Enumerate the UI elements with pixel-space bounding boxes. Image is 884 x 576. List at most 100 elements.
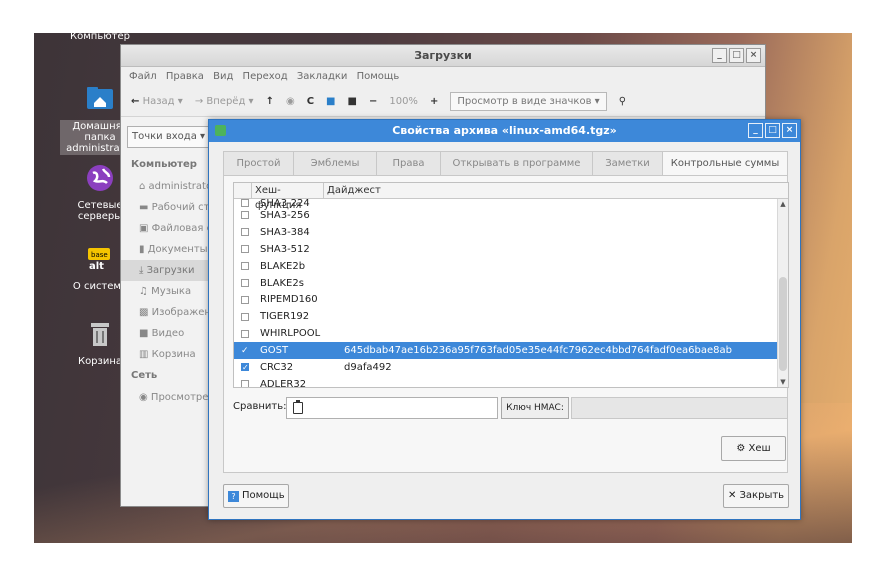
home-icon: ⌂: [139, 181, 146, 192]
tab-checksums[interactable]: Контрольные суммы: [662, 151, 788, 176]
hash-checkbox[interactable]: [241, 279, 249, 287]
hash-checkbox[interactable]: [241, 245, 249, 254]
hash-checkbox[interactable]: [241, 211, 249, 220]
hmac-key-input[interactable]: [571, 397, 788, 419]
hash-digest: d9afa492: [344, 361, 392, 373]
view-mode-select[interactable]: Просмотр в виде значков ▾: [450, 92, 607, 111]
table-row[interactable]: SHA3-256: [234, 207, 788, 224]
compare-input[interactable]: [286, 397, 498, 419]
sidebar-item-trash[interactable]: ▥ Корзина: [121, 344, 211, 365]
close-window-button[interactable]: ×: [782, 123, 797, 138]
hash-checkbox[interactable]: [241, 347, 249, 355]
tab-bar: Простой Эмблемы Права Открывать в програ…: [223, 151, 788, 176]
hash-function-name: ADLER32: [260, 378, 307, 388]
maximize-button[interactable]: □: [765, 123, 780, 138]
forward-button[interactable]: → Вперёд ▾: [195, 96, 254, 107]
scroll-up-arrow-icon[interactable]: ▲: [778, 199, 788, 209]
hash-checkbox[interactable]: [241, 363, 249, 372]
tab-basic[interactable]: Простой: [223, 151, 293, 176]
column-header-hash-function[interactable]: Хеш-функция: [252, 183, 324, 211]
table-row[interactable]: TIGER192: [234, 308, 788, 325]
tab-open-with[interactable]: Открывать в программе: [440, 151, 592, 176]
hash-checkbox[interactable]: [241, 199, 249, 207]
maximize-button[interactable]: □: [729, 48, 744, 63]
sidebar-item-desktop[interactable]: ▬ Рабочий стол: [121, 197, 211, 218]
menu-go[interactable]: Переход: [243, 71, 288, 82]
up-arrow-icon[interactable]: ↑: [266, 96, 274, 107]
tab-notes[interactable]: Заметки: [592, 151, 662, 176]
dialog-titlebar[interactable]: Свойства архива «linux-amd64.tgz» _ □ ×: [209, 120, 800, 142]
trash-icon: ▥: [139, 349, 149, 360]
menu-view[interactable]: Вид: [213, 71, 233, 82]
hash-function-name: TIGER192: [260, 311, 310, 323]
desktop-icon: ▬: [139, 202, 149, 213]
vertical-scrollbar[interactable]: ▲ ▼: [777, 199, 788, 387]
drive-icon: ▣: [139, 223, 149, 234]
sidebar-item-home[interactable]: ⌂ administrator: [121, 176, 211, 197]
hash-checkbox[interactable]: [241, 228, 249, 237]
table-row[interactable]: SHA3-224: [234, 199, 788, 207]
hash-checkbox[interactable]: [241, 329, 249, 338]
hash-checkbox[interactable]: [241, 295, 249, 304]
table-row[interactable]: SHA3-512: [234, 241, 788, 258]
places-combo[interactable]: Точки входа ▾: [127, 126, 211, 148]
menu-help[interactable]: Помощь: [357, 71, 400, 82]
back-button[interactable]: ← Назад ▾: [131, 96, 183, 107]
table-row[interactable]: BLAKE2s: [234, 275, 788, 292]
sidebar-item-music[interactable]: ♫ Музыка: [121, 281, 211, 302]
dialog-title: Свойства архива «linux-amd64.tgz»: [392, 124, 617, 137]
file-manager-titlebar[interactable]: Загрузки _ □ ×: [121, 45, 765, 67]
close-button[interactable]: ✕ Закрыть: [723, 484, 789, 508]
computer-icon[interactable]: ■: [348, 96, 357, 107]
table-row[interactable]: ADLER32: [234, 376, 788, 388]
image-icon: ▩: [139, 307, 149, 318]
hash-function-name: SHA3-384: [260, 226, 310, 238]
menu-edit[interactable]: Правка: [166, 71, 204, 82]
table-row[interactable]: WHIRLPOOL: [234, 325, 788, 342]
menu-bookmarks[interactable]: Закладки: [297, 71, 348, 82]
scrollbar-thumb[interactable]: [779, 277, 787, 371]
menu-file[interactable]: Файл: [129, 71, 157, 82]
zoom-out-icon[interactable]: −: [369, 96, 377, 107]
sidebar-item-pictures[interactable]: ▩ Изображения: [121, 302, 211, 323]
minimize-button[interactable]: _: [748, 123, 763, 138]
table-row[interactable]: CRC32 d9afa492: [234, 359, 788, 376]
hash-function-name: SHA3-512: [260, 243, 310, 255]
minimize-button[interactable]: _: [712, 48, 727, 63]
reload-icon[interactable]: C: [307, 96, 314, 107]
svg-text:alt: alt: [89, 261, 104, 272]
zoom-in-icon[interactable]: +: [430, 96, 438, 107]
scroll-down-arrow-icon[interactable]: ▼: [778, 377, 788, 387]
sidebar-item-label: Корзина: [151, 349, 196, 360]
tab-emblems[interactable]: Эмблемы: [293, 151, 376, 176]
hash-checkbox[interactable]: [241, 262, 249, 271]
close-window-button[interactable]: ×: [746, 48, 761, 63]
column-header-digest[interactable]: Дайджест: [324, 183, 381, 198]
hash-checkbox[interactable]: [241, 312, 249, 321]
hash-list[interactable]: Хеш-функция Дайджест SHA3-224 SHA3-256 SHA…: [233, 182, 789, 388]
table-row[interactable]: GOST 645dbab47ae16b236a95f763fad05e35e44f…: [234, 342, 788, 360]
hmac-key-button[interactable]: Ключ HMAC:: [501, 397, 569, 419]
help-button[interactable]: ? Помощь: [223, 484, 289, 508]
clipboard-icon[interactable]: [293, 400, 303, 414]
tab-permissions[interactable]: Права: [376, 151, 440, 176]
sidebar-item-label: Музыка: [151, 286, 192, 297]
sidebar-item-documents[interactable]: ▮ Документы: [121, 239, 211, 260]
hash-digest: 645dbab47ae16b236a95f763fad05e35e44fc796…: [344, 345, 732, 357]
sidebar-item-videos[interactable]: ■ Видео: [121, 323, 211, 344]
hash-rows: SHA3-224 SHA3-256 SHA3-384 SHA3-512 BLAKE2b B…: [234, 199, 788, 388]
hash-function-name: BLAKE2s: [260, 277, 304, 289]
table-row[interactable]: BLAKE2b: [234, 258, 788, 275]
hash-checkbox[interactable]: [241, 380, 249, 387]
sidebar-item-browse-network[interactable]: ◉ Просмотреть сеть: [121, 387, 211, 408]
desktop-icon-computer[interactable]: Компьютер: [60, 33, 140, 42]
sidebar-item-filesystem[interactable]: ▣ Файловая система: [121, 218, 211, 239]
stop-icon[interactable]: ◉: [286, 96, 295, 107]
hash-button[interactable]: ⚙ Хеш: [721, 436, 786, 461]
sidebar-item-label: Видео: [151, 328, 185, 339]
table-row[interactable]: RIPEMD160: [234, 291, 788, 308]
table-row[interactable]: SHA3-384: [234, 224, 788, 241]
sidebar-item-downloads[interactable]: ⤓ Загрузки: [121, 260, 211, 281]
home-icon[interactable]: ■: [326, 96, 335, 107]
search-icon[interactable]: ⚲: [619, 96, 626, 107]
